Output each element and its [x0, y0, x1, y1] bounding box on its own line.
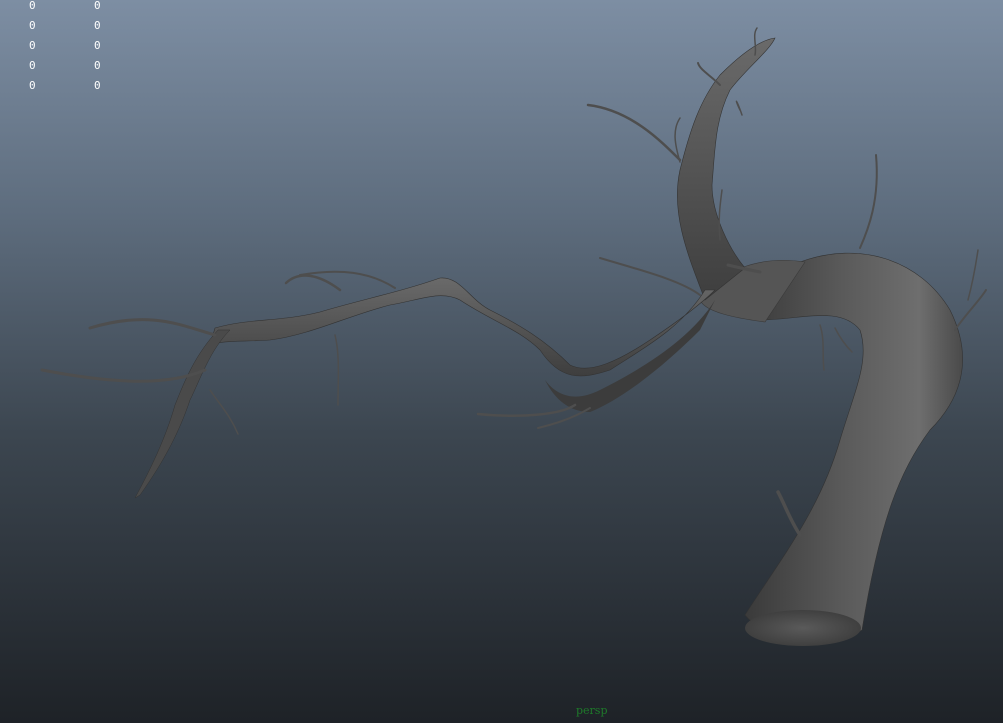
hud-row: 0 0 — [0, 40, 120, 60]
left-fork — [134, 329, 231, 499]
hud-row: 0 0 — [0, 80, 120, 100]
trunk-base — [745, 610, 861, 646]
hud-value: 0 — [94, 59, 101, 72]
hud-value: 0 — [94, 79, 101, 92]
hud-value: 0 — [94, 0, 101, 12]
tree-branch-model[interactable] — [0, 0, 1003, 723]
hud-row: 0 0 — [0, 0, 120, 20]
main-arm — [209, 277, 716, 377]
hud-row: 0 0 — [0, 60, 120, 80]
upper-branch — [677, 37, 776, 301]
hud-value: 0 — [29, 39, 36, 52]
camera-name-label: persp — [576, 704, 608, 717]
trunk — [744, 252, 963, 643]
hud-value: 0 — [29, 0, 36, 12]
hud-row: 0 0 — [0, 20, 120, 40]
perspective-viewport[interactable]: 0 0 0 0 0 0 0 0 0 0 persp — [0, 0, 1003, 723]
hud-value: 0 — [29, 79, 36, 92]
hud-value: 0 — [29, 59, 36, 72]
hud-value: 0 — [94, 19, 101, 32]
hud-value: 0 — [94, 39, 101, 52]
hud-value: 0 — [29, 19, 36, 32]
